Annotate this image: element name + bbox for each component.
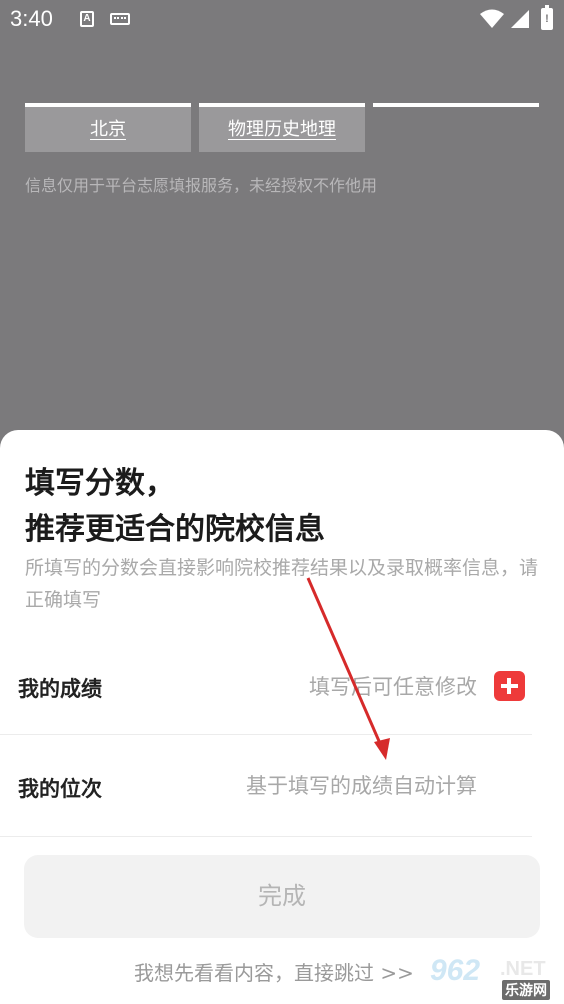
subjects-value: 物理历史地理 bbox=[228, 119, 336, 140]
watermark-number: 962 bbox=[430, 954, 481, 987]
rank-value: 基于填写的成绩自动计算 bbox=[246, 774, 477, 798]
score-row[interactable]: 我的成绩 填写后可任意修改 bbox=[0, 635, 532, 735]
empty-field-divider bbox=[373, 103, 539, 107]
region-selector[interactable]: 北京 bbox=[25, 103, 191, 152]
privacy-notice: 信息仅用于平台志愿填报服务，未经授权不作他用 bbox=[25, 176, 378, 195]
plus-icon[interactable] bbox=[494, 671, 525, 701]
rank-row: 我的位次 基于填写的成绩自动计算 bbox=[0, 737, 532, 837]
rank-label: 我的位次 bbox=[18, 777, 102, 801]
site-watermark: 962 .NET 乐游网 bbox=[430, 952, 560, 1000]
done-button[interactable]: 完成 bbox=[24, 855, 540, 938]
watermark-site-name: 乐游网 bbox=[502, 980, 550, 1000]
sheet-description: 所填写的分数会直接影响院校推荐结果以及录取概率信息，请正确填写 bbox=[25, 557, 539, 611]
subjects-selector[interactable]: 物理历史地理 bbox=[199, 103, 365, 152]
skip-link[interactable]: 我想先看看内容，直接跳过 >> bbox=[134, 957, 414, 986]
sheet-title-line1: 填写分数， bbox=[25, 466, 175, 501]
sheet-title-line2: 推荐更适合的院校信息 bbox=[25, 512, 325, 547]
region-value: 北京 bbox=[90, 119, 126, 140]
score-label: 我的成绩 bbox=[18, 677, 102, 701]
background-form: 北京 物理历史地理 信息仅用于平台志愿填报服务，未经授权不作他用 bbox=[0, 0, 564, 430]
score-input[interactable]: 填写后可任意修改 bbox=[309, 671, 477, 701]
score-bottom-sheet: 填写分数， 推荐更适合的院校信息 所填写的分数会直接影响院校推荐结果以及录取概率… bbox=[0, 430, 564, 1004]
watermark-suffix: .NET bbox=[500, 958, 546, 980]
